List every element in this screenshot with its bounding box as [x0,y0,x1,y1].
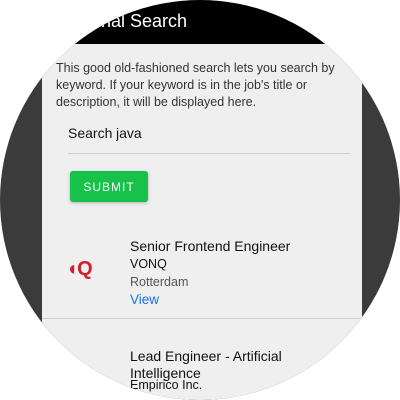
job-company: VONQ [130,257,167,271]
job-company: Empirico Inc. [130,378,203,392]
search-label: Search [68,125,113,141]
job-location: Rotterdam [130,275,189,289]
job-title: Senior Frontend Engineer [130,238,291,254]
view-job-link[interactable]: View [130,292,159,307]
search-page: onal Search This good old-fashioned sear… [42,0,362,400]
company-logo: ◖Q [66,258,93,280]
job-title: Lead Engineer - Artificial Intelligence [130,348,282,381]
submit-button[interactable]: SUBMIT [70,171,148,202]
search-description: This good old-fashioned search lets you … [56,61,335,109]
job-list-item: Lead Engineer - Artificial Intelligence … [42,338,362,400]
search-field[interactable]: Search [68,123,350,154]
page-title: onal Search [91,11,188,31]
screen-viewport: onal Search This good old-fashioned sear… [0,0,400,400]
job-list-item: ◖Q Senior Frontend Engineer VONQ Rotterd… [42,230,362,319]
app-header: onal Search [42,0,362,44]
search-input[interactable] [116,123,336,143]
